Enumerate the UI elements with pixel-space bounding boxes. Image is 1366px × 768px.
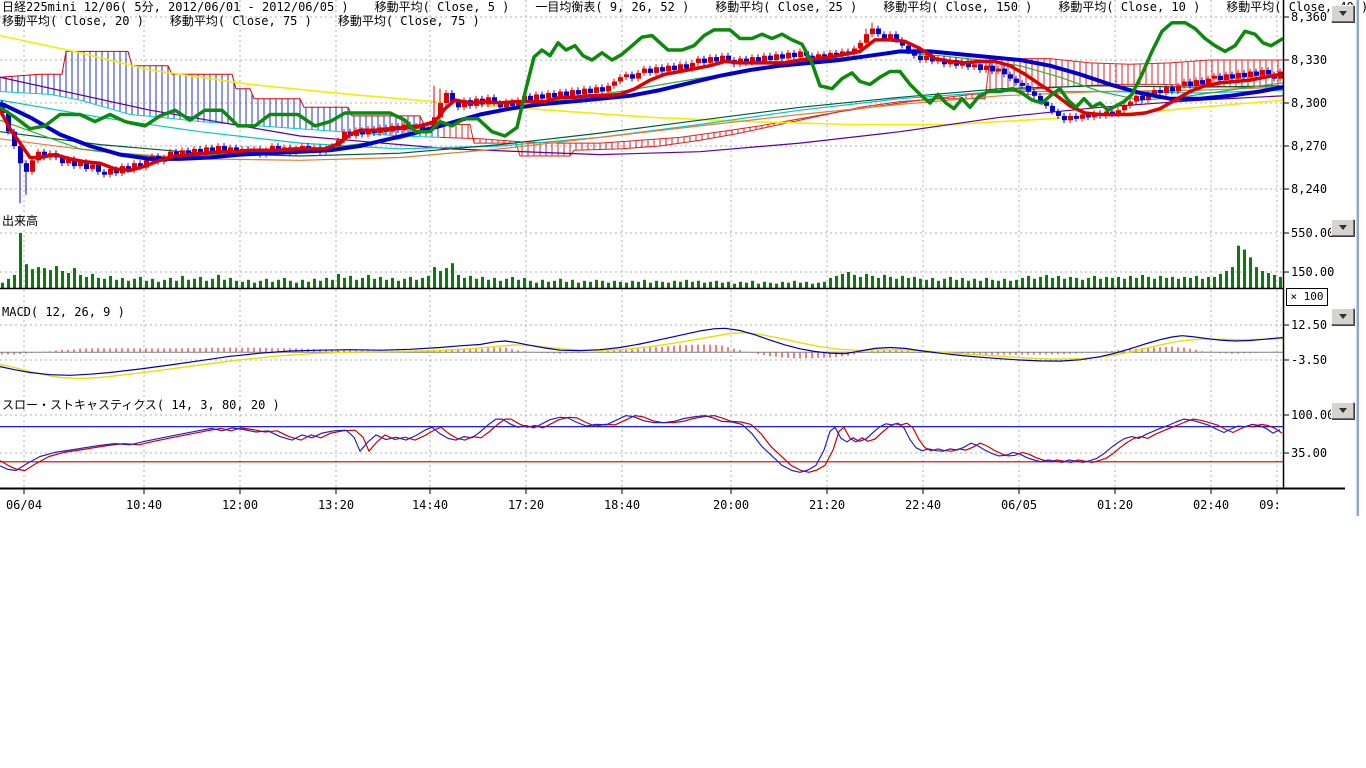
macd-panel bbox=[0, 328, 1283, 378]
indicator-label: 移動平均( Close, 75 ) bbox=[338, 14, 480, 28]
svg-text:09:: 09: bbox=[1259, 498, 1281, 512]
indicator-header-line2: 移動平均( Close, 20 ) 移動平均( Close, 75 ) 移動平均( … bbox=[2, 14, 506, 28]
svg-text:22:40: 22:40 bbox=[905, 498, 941, 512]
svg-text:8,270: 8,270 bbox=[1291, 139, 1327, 153]
volume-panel-dropdown-button[interactable] bbox=[1331, 219, 1354, 236]
stoch-panel-label: スロー・ストキャスティクス( 14, 3, 80, 20 ) bbox=[2, 396, 280, 413]
svg-text:14:40: 14:40 bbox=[412, 498, 448, 512]
indicator-label: 移動平均( Close, 150 ) bbox=[883, 0, 1032, 14]
svg-text:-3.50: -3.50 bbox=[1291, 353, 1327, 367]
indicator-label: 移動平均( Close, 5 ) bbox=[375, 0, 510, 14]
svg-text:13:20: 13:20 bbox=[318, 498, 354, 512]
svg-text:8,300: 8,300 bbox=[1291, 96, 1327, 110]
chart-title: 日経225mini 12/06( 5分, 2012/06/01 - 2012/0… bbox=[2, 0, 349, 14]
volume-panel-label: 出来高 bbox=[2, 212, 38, 229]
chart-canvas: 8,3608,3308,3008,2708,240550.00150.0012.… bbox=[0, 0, 1356, 520]
indicator-label: 移動平均( Close, 20 ) bbox=[2, 14, 144, 28]
volume-bars bbox=[1, 233, 1282, 288]
indicator-label: 一目均衡表( 9, 26, 52 ) bbox=[535, 0, 689, 14]
svg-text:100.00: 100.00 bbox=[1291, 408, 1334, 422]
macd-panel-dropdown-button[interactable] bbox=[1331, 308, 1354, 325]
svg-text:12.50: 12.50 bbox=[1291, 318, 1327, 332]
stochastics-panel bbox=[0, 416, 1283, 473]
svg-text:35.00: 35.00 bbox=[1291, 446, 1327, 460]
chevron-down-icon bbox=[1339, 11, 1347, 16]
svg-text:10:40: 10:40 bbox=[126, 498, 162, 512]
gridlines bbox=[0, 0, 1283, 488]
svg-text:8,240: 8,240 bbox=[1291, 182, 1327, 196]
svg-text:06/04: 06/04 bbox=[6, 498, 42, 512]
indicator-label: 移動平均( Close, 25 ) bbox=[715, 0, 857, 14]
chevron-down-icon bbox=[1339, 314, 1347, 319]
svg-text:12:00: 12:00 bbox=[222, 498, 258, 512]
svg-text:550.00: 550.00 bbox=[1291, 226, 1334, 240]
svg-text:20:00: 20:00 bbox=[713, 498, 749, 512]
stoch-panel-dropdown-button[interactable] bbox=[1331, 402, 1354, 419]
svg-text:17:20: 17:20 bbox=[508, 498, 544, 512]
chart-window: 8,3608,3308,3008,2708,240550.00150.0012.… bbox=[0, 0, 1366, 768]
volume-multiplier-badge: × 100 bbox=[1286, 288, 1328, 306]
svg-text:150.00: 150.00 bbox=[1291, 265, 1334, 279]
price-panel-dropdown-button[interactable] bbox=[1331, 5, 1354, 22]
chevron-down-icon bbox=[1339, 225, 1347, 230]
svg-text:21:20: 21:20 bbox=[809, 498, 845, 512]
svg-text:8,330: 8,330 bbox=[1291, 53, 1327, 67]
indicator-label: 移動平均( Close, 10 ) bbox=[1058, 0, 1200, 14]
svg-text:02:40: 02:40 bbox=[1193, 498, 1229, 512]
svg-text:18:40: 18:40 bbox=[604, 498, 640, 512]
indicator-header-line1: 日経225mini 12/06( 5分, 2012/06/01 - 2012/0… bbox=[2, 0, 1366, 14]
window-edge bbox=[1356, 0, 1359, 516]
svg-text:06/05: 06/05 bbox=[1001, 498, 1037, 512]
chevron-down-icon bbox=[1339, 408, 1347, 413]
svg-text:01:20: 01:20 bbox=[1097, 498, 1133, 512]
indicator-label: 移動平均( Close, 75 ) bbox=[170, 14, 312, 28]
macd-panel-label: MACD( 12, 26, 9 ) bbox=[2, 305, 125, 319]
